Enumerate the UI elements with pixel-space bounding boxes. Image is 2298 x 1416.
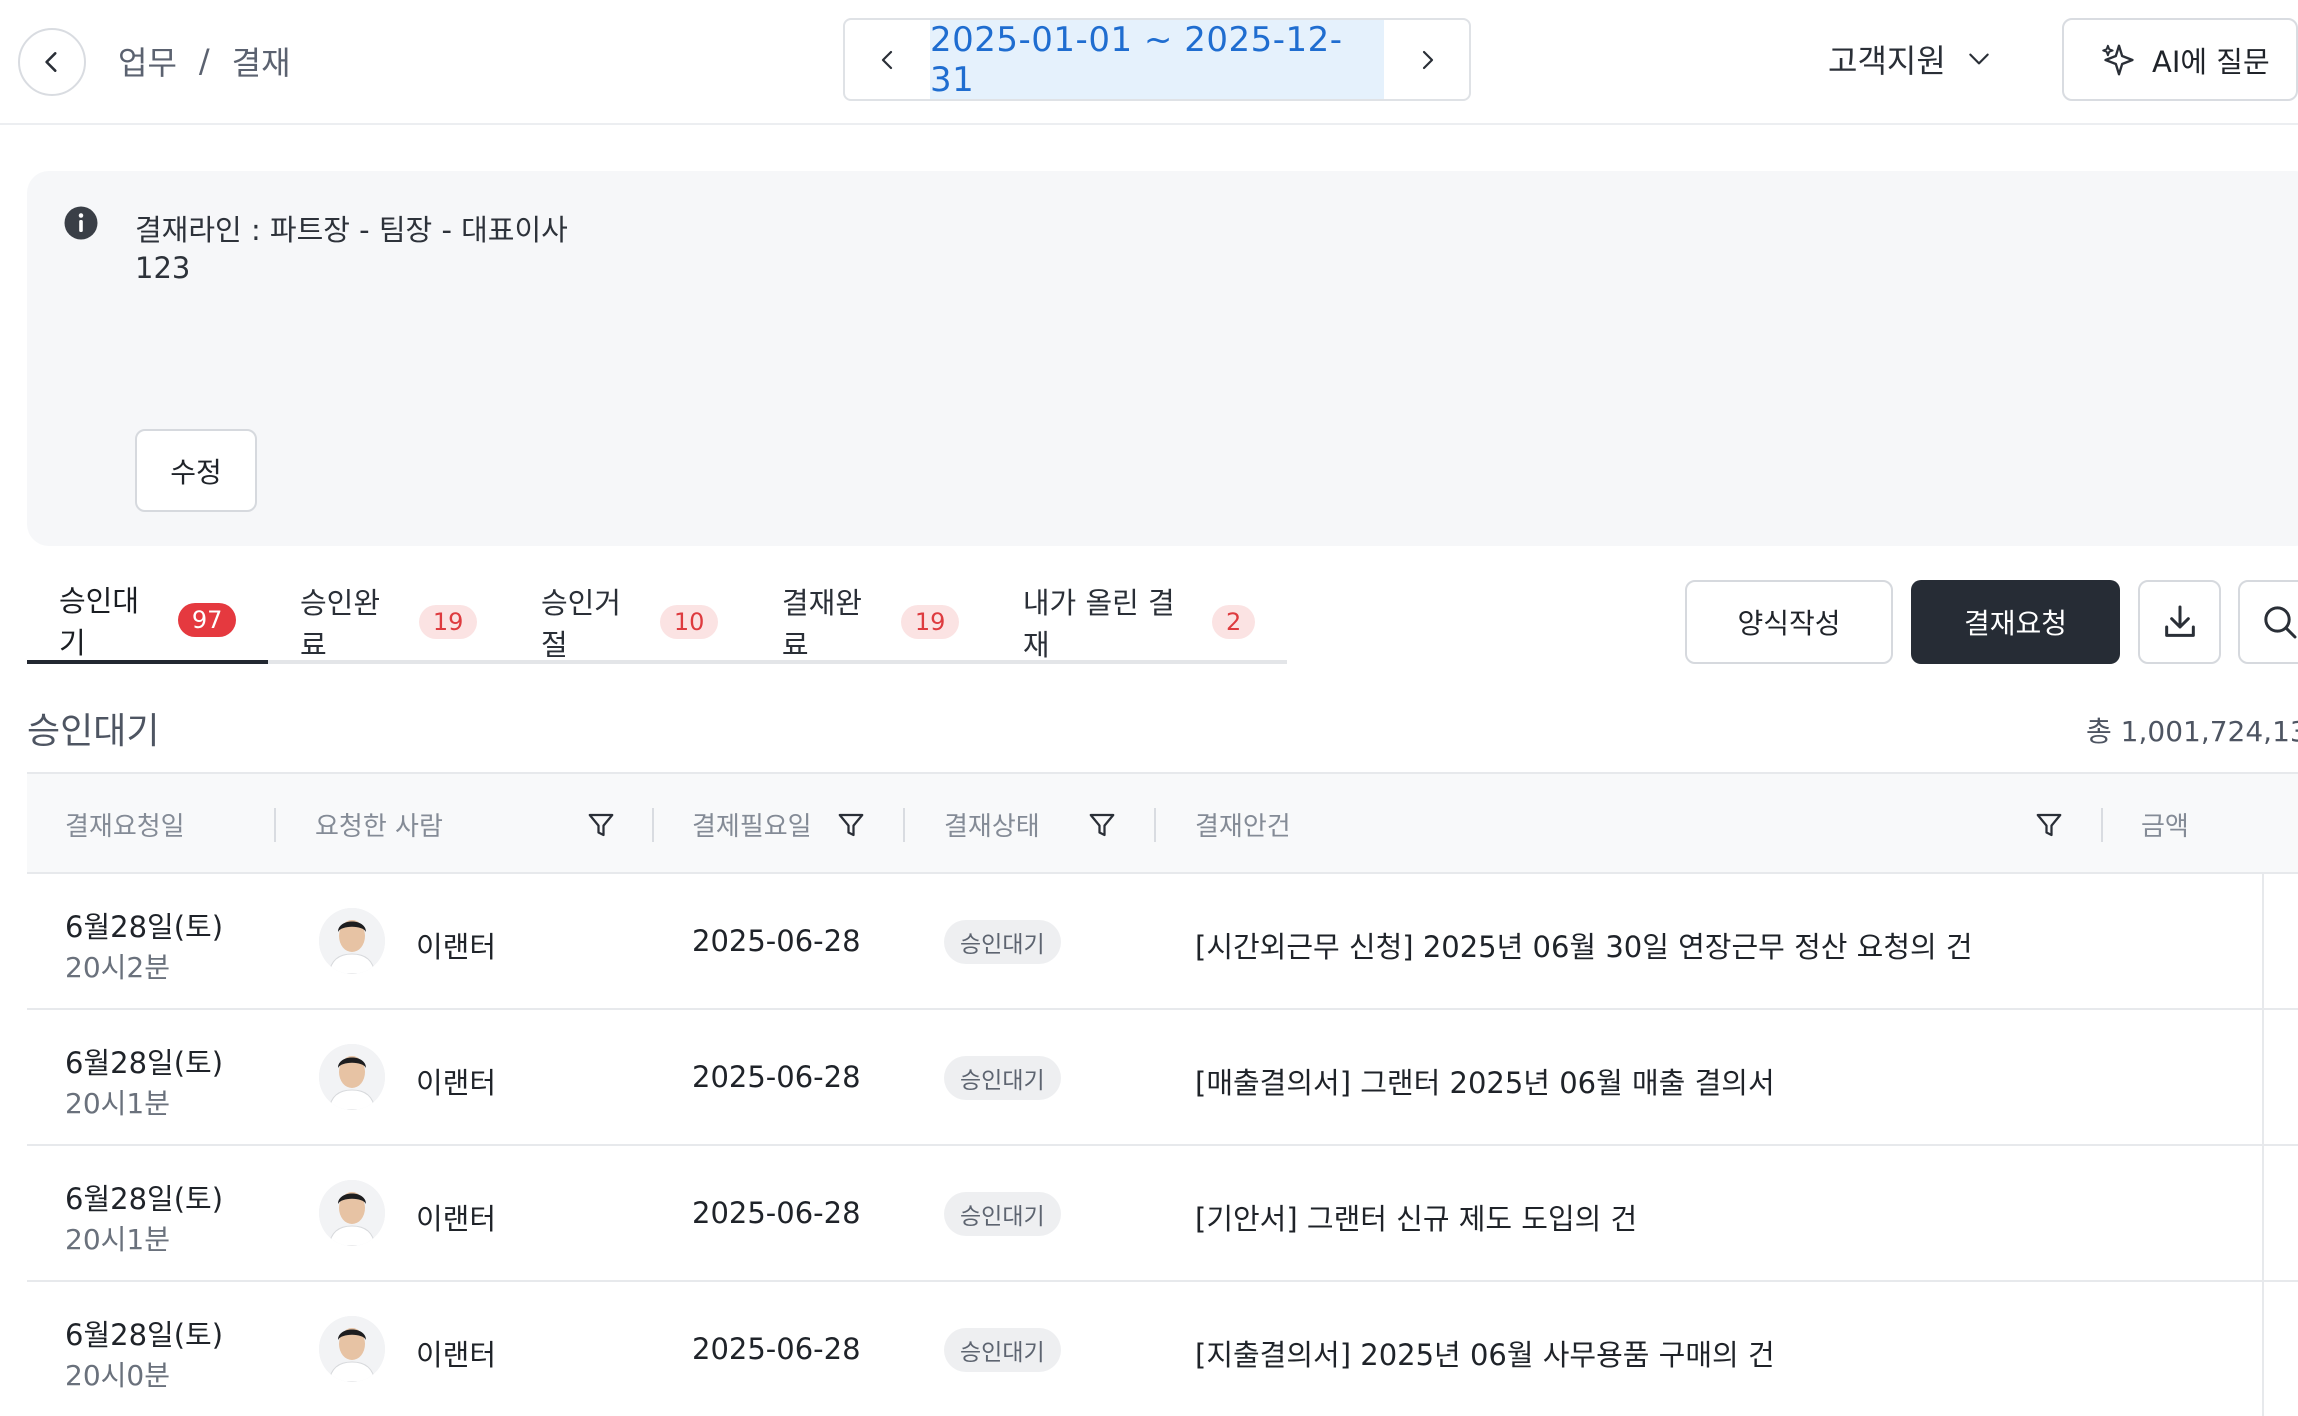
count-badge: 2 [1212, 605, 1256, 639]
sparkle-icon [2102, 44, 2134, 75]
edit-button[interactable]: 수정 [135, 429, 257, 512]
filter-icon[interactable] [586, 810, 616, 840]
avatar [319, 1180, 385, 1246]
approval-table: 결재요청일 요청한 사람 결제필요일 결재상태 결재안건 금액 6월28일(토)… [27, 772, 2298, 1416]
avatar [319, 1044, 385, 1110]
column-request-date[interactable]: 결재요청일 [65, 774, 185, 874]
request-date: 6월28일(토) [65, 1046, 224, 1080]
breadcrumb-separator: / [198, 42, 210, 80]
request-date: 6월28일(토) [65, 1318, 224, 1352]
status-badge: 승인대기 [944, 1192, 1061, 1236]
ask-ai-button[interactable]: AI에 질문 [2062, 18, 2298, 101]
request-date: 6월28일(토) [65, 1182, 224, 1216]
create-form-button[interactable]: 양식작성 [1685, 580, 1893, 664]
total-amount: 총 1,001,724,138 [2086, 715, 2298, 748]
tab-my-requests[interactable]: 내가 올린 결재 2 [991, 580, 1287, 664]
tab-label: 내가 올린 결재 [1022, 586, 1175, 662]
request-time: 20시1분 [65, 1087, 170, 1120]
approval-request-button[interactable]: 결재요청 [1911, 580, 2120, 664]
status-badge: 승인대기 [944, 1056, 1061, 1100]
search-icon [2263, 606, 2296, 639]
chevron-right-icon [1422, 50, 1433, 69]
table-edge [2262, 874, 2264, 1416]
approval-line-text: 결재라인 : 파트장 - 팀장 - 대표이사 [135, 213, 568, 247]
table-row[interactable]: 6월28일(토) 20시0분 이랜터 2025-06-28 승인대기 [지출결의… [27, 1282, 2298, 1416]
back-button[interactable] [18, 28, 86, 96]
ask-ai-label: AI에 질문 [2152, 44, 2270, 79]
status-tabs: 승인대기 97 승인완료 19 승인거절 10 결재완료 19 내가 올린 결재… [27, 580, 1287, 664]
tab-label: 승인대기 [59, 584, 140, 660]
breadcrumb: 업무 / 결재 [118, 38, 291, 84]
column-subject[interactable]: 결재안건 [1195, 774, 1291, 874]
download-icon [2164, 605, 2195, 637]
approval-line-panel: 결재라인 : 파트장 - 팀장 - 대표이사 123 수정 [27, 171, 2298, 546]
count-badge: 97 [178, 603, 236, 637]
breadcrumb-item-approval: 결재 [231, 44, 291, 82]
approval-note-text: 123 [135, 251, 191, 285]
breadcrumb-item-work[interactable]: 업무 [118, 38, 177, 84]
request-time: 20시0분 [65, 1359, 170, 1392]
date-range-picker: 2025-01-01 ~ 2025-12-31 [843, 18, 1471, 101]
table-header: 결재요청일 요청한 사람 결제필요일 결재상태 결재안건 금액 [27, 772, 2298, 874]
avatar [319, 908, 385, 974]
tab-label: 승인거절 [540, 586, 621, 662]
column-due-date[interactable]: 결제필요일 [692, 774, 812, 874]
due-date: 2025-06-28 [692, 1060, 861, 1094]
table-row[interactable]: 6월28일(토) 20시2분 이랜터 2025-06-28 승인대기 [시간외근… [27, 874, 2298, 1010]
count-badge: 10 [660, 605, 718, 639]
column-status[interactable]: 결재상태 [944, 774, 1040, 874]
tab-rejected[interactable]: 승인거절 10 [509, 580, 750, 664]
status-badge: 승인대기 [944, 1328, 1061, 1372]
tab-label: 결재완료 [781, 586, 862, 662]
chevron-down-icon [1969, 53, 1989, 65]
customer-support-label: 고객지원 [1828, 42, 1946, 80]
column-divider [2101, 808, 2103, 842]
tab-pending[interactable]: 승인대기 97 [27, 580, 268, 664]
count-badge: 19 [419, 605, 477, 639]
chevron-left-icon [45, 52, 57, 72]
requester-name: 이랜터 [416, 1202, 497, 1236]
requester-name: 이랜터 [416, 1066, 497, 1100]
column-divider [274, 808, 276, 842]
column-divider [1154, 808, 1156, 842]
avatar [319, 1316, 385, 1382]
request-time: 20시2분 [65, 951, 170, 984]
top-header: 업무 / 결재 2025-01-01 ~ 2025-12-31 고객지원 AI에… [0, 0, 2298, 125]
request-date: 6월28일(토) [65, 910, 224, 944]
info-icon [63, 205, 99, 245]
section-title: 승인대기 [27, 711, 160, 752]
request-time: 20시1분 [65, 1223, 170, 1256]
status-badge: 승인대기 [944, 920, 1061, 964]
tab-label: 승인완료 [299, 586, 381, 662]
filter-icon[interactable] [2034, 810, 2064, 840]
prev-period-button[interactable] [845, 20, 930, 99]
column-amount[interactable]: 금액 [2141, 774, 2189, 874]
tab-approved[interactable]: 승인완료 19 [268, 580, 509, 664]
tab-completed[interactable]: 결재완료 19 [750, 580, 991, 664]
download-button[interactable] [2138, 580, 2221, 664]
due-date: 2025-06-28 [692, 1196, 861, 1230]
approval-subject[interactable]: [지출결의서] 2025년 06월 사무용품 구매의 건 [1195, 1332, 1775, 1374]
table-row[interactable]: 6월28일(토) 20시1분 이랜터 2025-06-28 승인대기 [매출결의… [27, 1010, 2298, 1146]
filter-icon[interactable] [1087, 810, 1117, 840]
table-row[interactable]: 6월28일(토) 20시1분 이랜터 2025-06-28 승인대기 [기안서]… [27, 1146, 2298, 1282]
column-divider [652, 808, 654, 842]
requester-name: 이랜터 [416, 930, 497, 964]
approval-subject[interactable]: [매출결의서] 그랜터 2025년 06월 매출 결의서 [1195, 1060, 1775, 1102]
due-date: 2025-06-28 [692, 1332, 861, 1366]
chevron-left-icon [881, 50, 892, 69]
due-date: 2025-06-28 [692, 924, 861, 958]
date-range-value[interactable]: 2025-01-01 ~ 2025-12-31 [930, 20, 1384, 99]
customer-support-dropdown[interactable]: 고객지원 [1828, 36, 1992, 82]
column-divider [903, 808, 905, 842]
count-badge: 19 [901, 605, 959, 639]
filter-icon[interactable] [836, 810, 866, 840]
next-period-button[interactable] [1384, 20, 1469, 99]
approval-subject[interactable]: [기안서] 그랜터 신규 제도 도입의 건 [1195, 1196, 1637, 1238]
search-button[interactable] [2238, 580, 2298, 664]
column-requester[interactable]: 요청한 사람 [315, 774, 443, 874]
requester-name: 이랜터 [416, 1338, 497, 1372]
approval-subject[interactable]: [시간외근무 신청] 2025년 06월 30일 연장근무 정산 요청의 건 [1195, 924, 1973, 966]
